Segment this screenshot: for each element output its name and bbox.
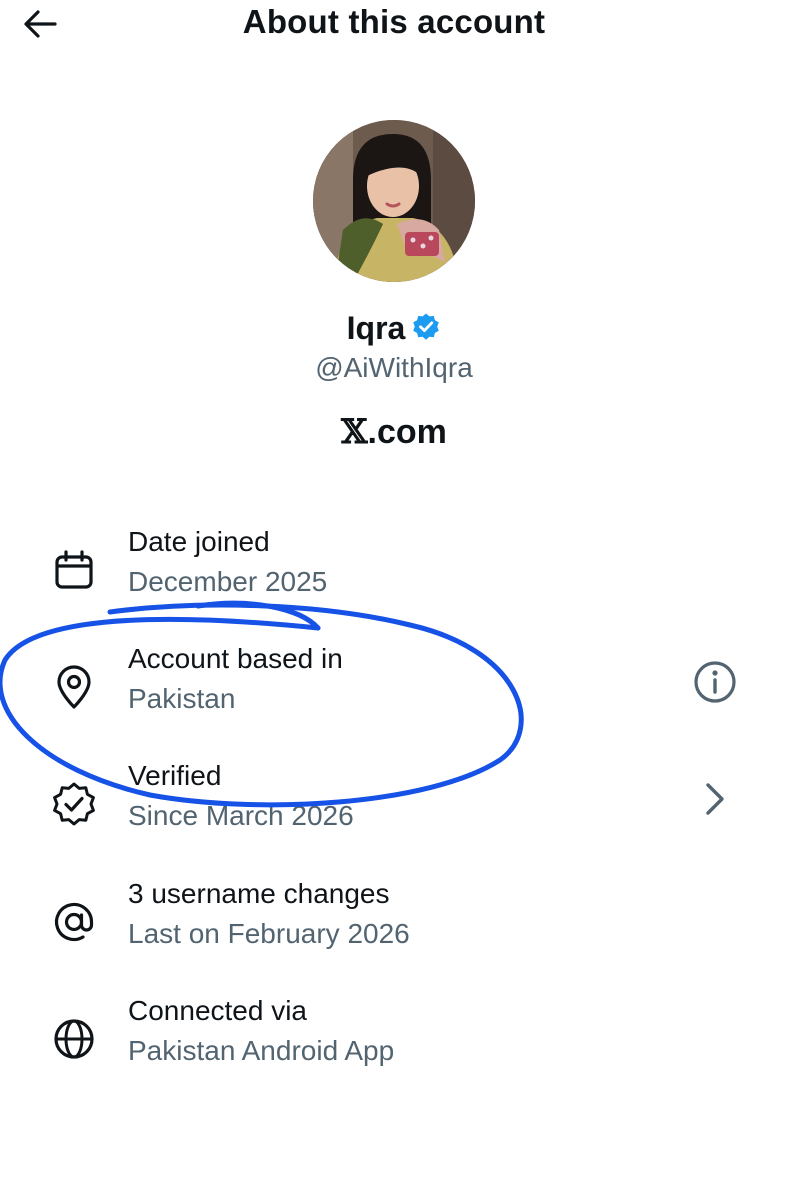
row-subtitle: Pakistan Android App <box>128 1035 395 1066</box>
row-title: Verified <box>128 760 222 791</box>
row-title: Date joined <box>128 526 270 557</box>
detail-row-verified[interactable]: Verified Since March 2026 <box>0 758 788 848</box>
x-logo-site: 𝕏.com <box>0 410 788 454</box>
username-handle: @AiWithIqra <box>315 352 473 383</box>
row-subtitle: December 2025 <box>128 566 328 597</box>
x-logo: 𝕏 <box>341 412 368 452</box>
detail-row-date-joined: Date joined December 2025 <box>0 524 788 614</box>
site-suffix: .com <box>367 413 447 451</box>
display-name: Iqra <box>346 310 406 346</box>
info-icon[interactable] <box>692 659 738 705</box>
at-sign-icon <box>54 902 94 942</box>
detail-row-username-changes: 3 username changes Last on February 2026 <box>0 876 788 966</box>
chevron-right-icon[interactable] <box>692 776 738 822</box>
detail-row-account-based-in: Account based in Pakistan <box>0 641 788 731</box>
verified-badge-icon <box>411 311 441 351</box>
verified-outline-icon <box>53 782 95 826</box>
row-title: 3 username changes <box>128 878 390 909</box>
profile-photo <box>313 120 475 282</box>
row-title: Connected via <box>128 995 308 1026</box>
row-title: Account based in <box>128 643 343 674</box>
row-subtitle: Last on February 2026 <box>128 918 410 949</box>
globe-icon <box>54 1019 94 1059</box>
location-pin-icon <box>57 665 91 709</box>
page-title: About this account <box>242 3 546 40</box>
calendar-icon <box>55 550 93 589</box>
row-subtitle: Pakistan <box>128 683 236 714</box>
avatar[interactable] <box>313 120 475 282</box>
display-name-row: Iqra <box>0 308 788 351</box>
row-subtitle: Since March 2026 <box>128 800 354 831</box>
detail-row-connected-via: Connected via Pakistan Android App <box>0 993 788 1083</box>
